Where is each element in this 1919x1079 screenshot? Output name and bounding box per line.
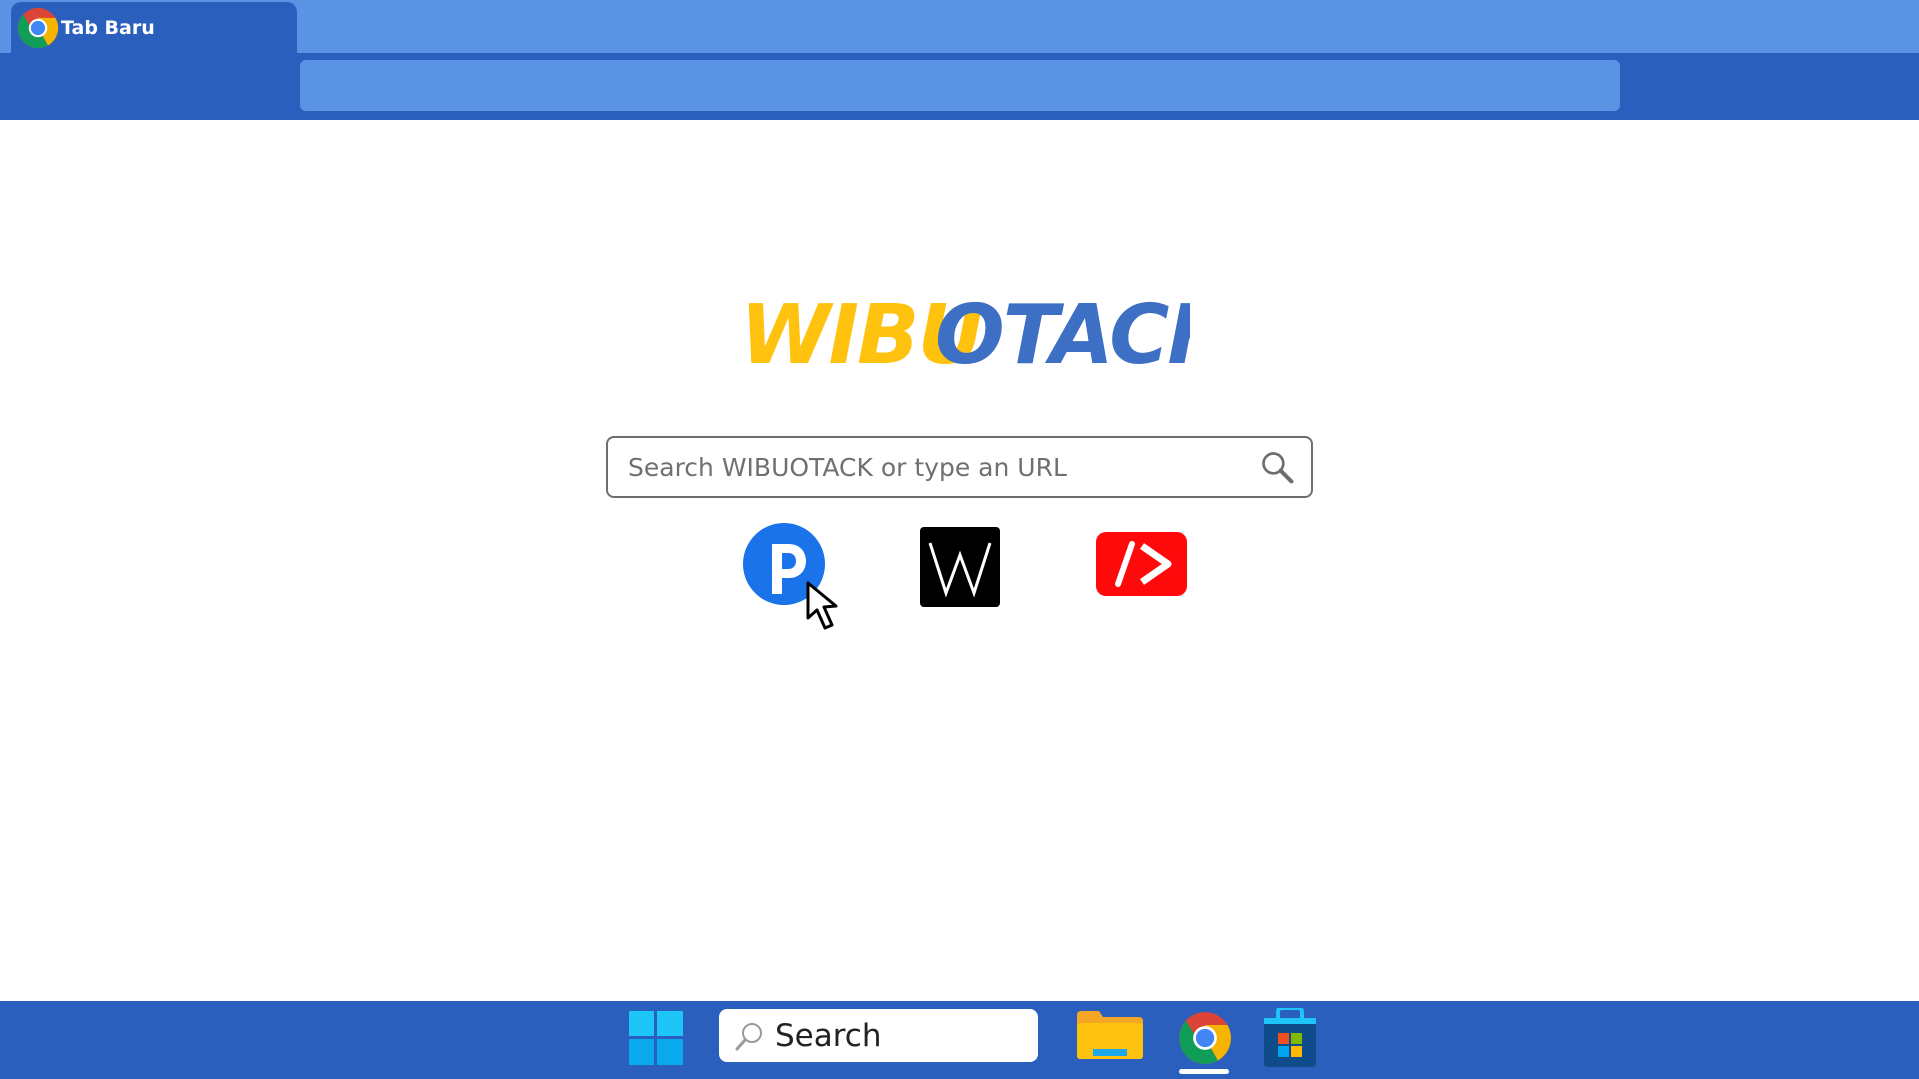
taskbar-search[interactable]: Search (719, 1009, 1038, 1062)
red-code-shortcut[interactable] (1096, 532, 1187, 596)
browser-tab-strip: Tab Baru (0, 0, 1919, 53)
blue-circle-p-icon (743, 523, 825, 605)
wibuotack-logo: WIBU OTACK! (0, 285, 1919, 380)
black-square-w-icon (920, 527, 1000, 607)
logo-part-otack: OTACK! (935, 288, 1190, 380)
file-explorer-button[interactable] (1077, 1011, 1143, 1059)
w-logo-shortcut[interactable] (920, 527, 1000, 607)
chrome-taskbar-button[interactable] (1178, 1011, 1232, 1065)
microsoft-store-icon (1264, 1008, 1316, 1067)
address-bar[interactable] (300, 60, 1620, 111)
screen: Tab Baru WIBU OTACK! (0, 0, 1919, 1079)
p-logo-shortcut[interactable] (742, 522, 826, 606)
taskbar-search-label: Search (775, 1017, 882, 1054)
browser-tab[interactable]: Tab Baru (11, 2, 297, 53)
red-slash-arrow-icon (1096, 532, 1187, 596)
taskbar: Search (0, 1001, 1919, 1079)
search-icon[interactable] (1257, 447, 1297, 487)
chrome-icon (17, 7, 59, 48)
chrome-icon (1179, 1012, 1231, 1064)
active-app-indicator (1179, 1069, 1229, 1074)
search-box (606, 436, 1313, 498)
tab-title: Tab Baru (61, 16, 155, 39)
search-input[interactable] (608, 438, 1257, 496)
file-explorer-icon (1077, 1011, 1143, 1059)
windows-start-icon (629, 1011, 683, 1065)
windows-start-button[interactable] (629, 1011, 683, 1065)
microsoft-store-button[interactable] (1264, 1008, 1316, 1067)
browser-toolbar (0, 53, 1919, 120)
logo-wordmark: WIBU OTACK! (740, 288, 1190, 380)
search-icon (735, 1022, 762, 1050)
